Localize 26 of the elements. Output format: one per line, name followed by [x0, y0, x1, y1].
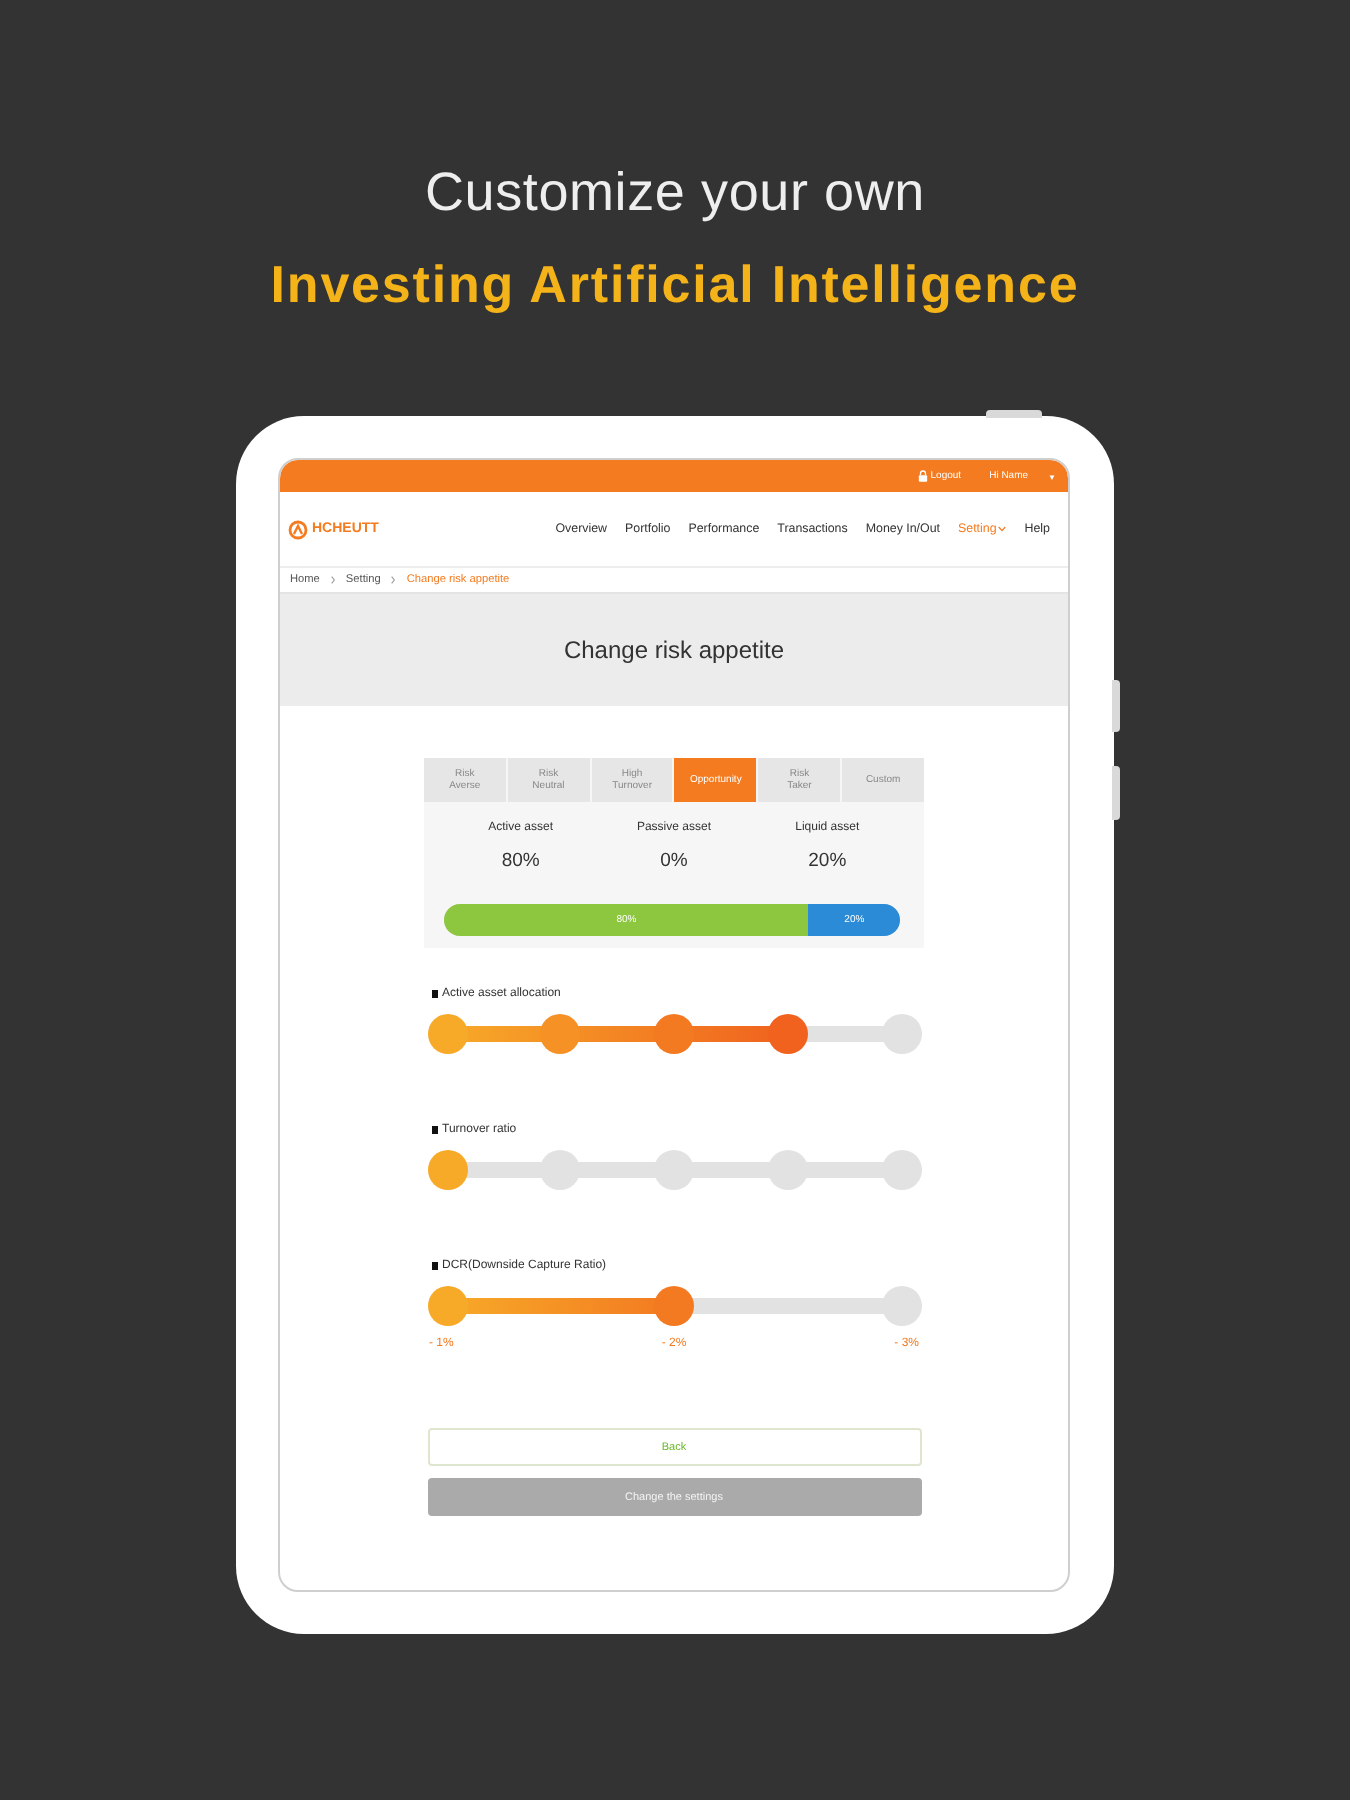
tablet-edge-strip	[1112, 680, 1120, 732]
chevron-icon	[329, 576, 336, 584]
step-dot-icon	[540, 1014, 581, 1054]
step-dot-icon	[427, 1286, 467, 1326]
tablet-edge-strip	[986, 410, 1042, 418]
tablet-edge-strip	[1112, 766, 1120, 820]
slider-thumb[interactable]	[767, 1014, 808, 1054]
slider-thumb[interactable]	[654, 1286, 694, 1326]
asset-value: 0%	[660, 850, 688, 874]
bullet-icon	[431, 1262, 438, 1270]
step-dot-icon	[881, 1286, 921, 1326]
asset-value: 80%	[501, 850, 540, 874]
bullet-icon	[431, 1126, 438, 1134]
slider-thumb[interactable]	[427, 1150, 467, 1190]
asset-value: 20%	[808, 850, 847, 874]
logo-icon	[288, 519, 308, 539]
step-dot-icon	[881, 1150, 921, 1190]
headline-accent: Investing Artificial Intelligence	[270, 252, 1080, 316]
step-dot-icon	[654, 1014, 694, 1054]
headline-title: Customize your own	[424, 160, 925, 224]
page-title: Change risk appetite	[563, 636, 785, 664]
lock-icon	[918, 470, 929, 482]
step-dot-icon	[427, 1014, 467, 1054]
step-dot-icon	[881, 1014, 921, 1054]
chevron-icon	[390, 576, 397, 584]
bullet-icon	[431, 990, 438, 998]
